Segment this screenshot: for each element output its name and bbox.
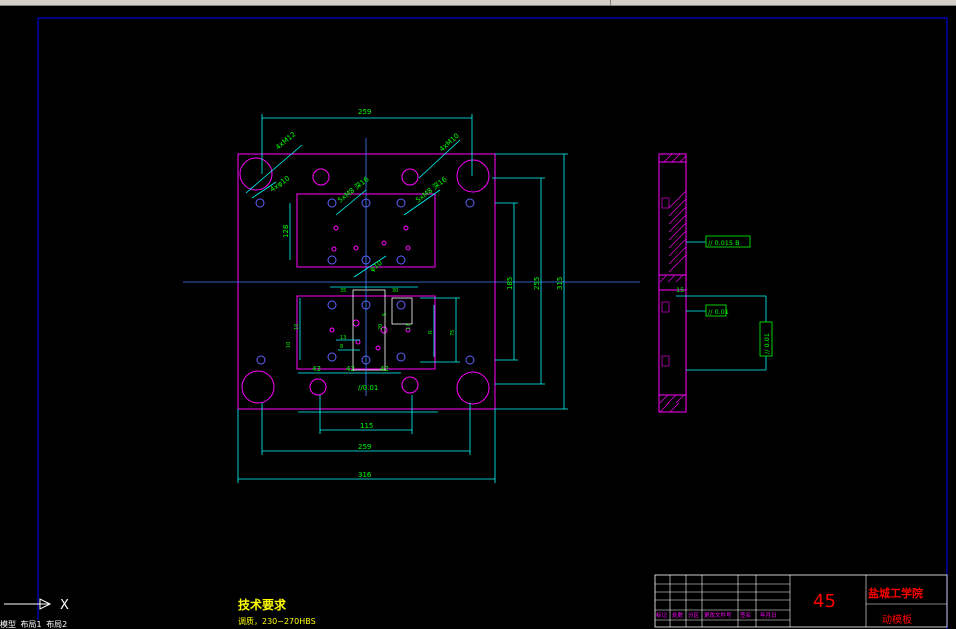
tab-layout1[interactable]: 布局1 — [21, 620, 42, 629]
dimension-texts: 259 4xM12 4xM10 4xφ10 5xM8 深16 5xM8 深16 … — [269, 108, 564, 479]
pin-hole-2 — [401, 168, 419, 186]
dim-115: 115 — [360, 422, 373, 430]
guide-hole-tr — [456, 159, 490, 193]
note-phi10: φ10 — [368, 259, 384, 274]
dimension-lines — [237, 114, 568, 483]
dim-42a: 42 — [346, 365, 355, 373]
hatch — [659, 153, 687, 413]
dim-128: 128 — [282, 225, 290, 238]
plate-outline — [237, 153, 496, 410]
dim-185: 185 — [506, 277, 514, 290]
dim-mid-h: 20 — [378, 324, 384, 330]
dim-top-259: 259 — [358, 108, 371, 116]
main-plate — [183, 138, 640, 410]
part-name: 动模板 — [882, 613, 912, 626]
dim-mid-f: 8 — [340, 344, 343, 350]
screw-holes — [255, 198, 475, 365]
ucs-x-label: X — [60, 598, 69, 613]
dim-mid-e: 13 — [340, 335, 346, 341]
dim-mid-k: 17 — [406, 324, 412, 330]
ucs-icon: X — [4, 598, 69, 613]
dim-mid-g: 10 — [294, 324, 300, 330]
note-m8-right: 5xM8 深16 — [414, 174, 449, 204]
dim-315: 315 — [556, 277, 564, 290]
tb-header-0: 标记 — [656, 611, 668, 619]
dim-mid-c: 75 — [450, 330, 456, 336]
side-dim-15: 15 — [676, 286, 684, 294]
guide-hole-bl — [241, 370, 275, 404]
tech-requirements-line1: 调质，230~270HBS — [238, 616, 316, 626]
guide-hole-tl — [239, 157, 273, 191]
side-outline — [658, 153, 687, 413]
dim-mid-a: 35 — [340, 288, 346, 294]
cad-canvas[interactable]: 259 4xM12 4xM10 4xφ10 5xM8 深16 5xM8 深16 … — [0, 6, 956, 629]
flatness-note: //0.01 — [358, 384, 378, 392]
dim-43: 43 — [312, 365, 321, 373]
dim-42b: 42 — [380, 365, 389, 373]
tol-text-3: // 0.01 — [763, 333, 771, 354]
note-4xm12: 4xM12 — [274, 130, 297, 151]
tb-header-2: 分区 — [688, 611, 700, 619]
pin-hole-4 — [401, 376, 419, 394]
pin-hole-1 — [312, 168, 330, 186]
side-view: // 0.015 B // 0.01 // 0.01 15 — [658, 153, 773, 413]
dim-mid-j: 5 — [382, 313, 388, 316]
dim-mid-b: 30 — [392, 288, 398, 294]
toolbar-separator — [610, 0, 611, 5]
material-label: 45 — [813, 591, 836, 612]
layout-tabs: 模型 布局1 布局2 — [0, 620, 200, 629]
tb-header-1: 处数 — [672, 611, 684, 619]
dim-mid-i: 10 — [286, 342, 292, 348]
dim-259-bottom: 259 — [358, 443, 371, 451]
guide-hole-br — [456, 371, 490, 405]
school-name: 盐城工学院 — [868, 586, 923, 600]
tol-text-2: // 0.01 — [708, 308, 729, 316]
dim-255: 255 — [533, 277, 541, 290]
dim-mid-d: R — [428, 330, 434, 334]
title-block: 45 盐城工学院 动模板 标记 处数 分区 更改文件号 签名 年月日 — [654, 574, 948, 628]
dim-316: 316 — [358, 471, 372, 479]
tech-requirements-title: 技术要求 — [238, 597, 287, 612]
tb-header-5: 年月日 — [760, 611, 777, 619]
cavity-right — [391, 297, 413, 325]
drawing-frame — [37, 17, 948, 629]
tol-text-1: // 0.015 B — [708, 239, 740, 247]
tb-header-3: 更改文件号 — [704, 611, 732, 619]
tab-layout2[interactable]: 布局2 — [46, 620, 67, 629]
tb-header-4: 签名 — [740, 611, 751, 619]
pin-hole-3 — [309, 378, 327, 396]
tab-model[interactable]: 模型 — [0, 620, 16, 629]
